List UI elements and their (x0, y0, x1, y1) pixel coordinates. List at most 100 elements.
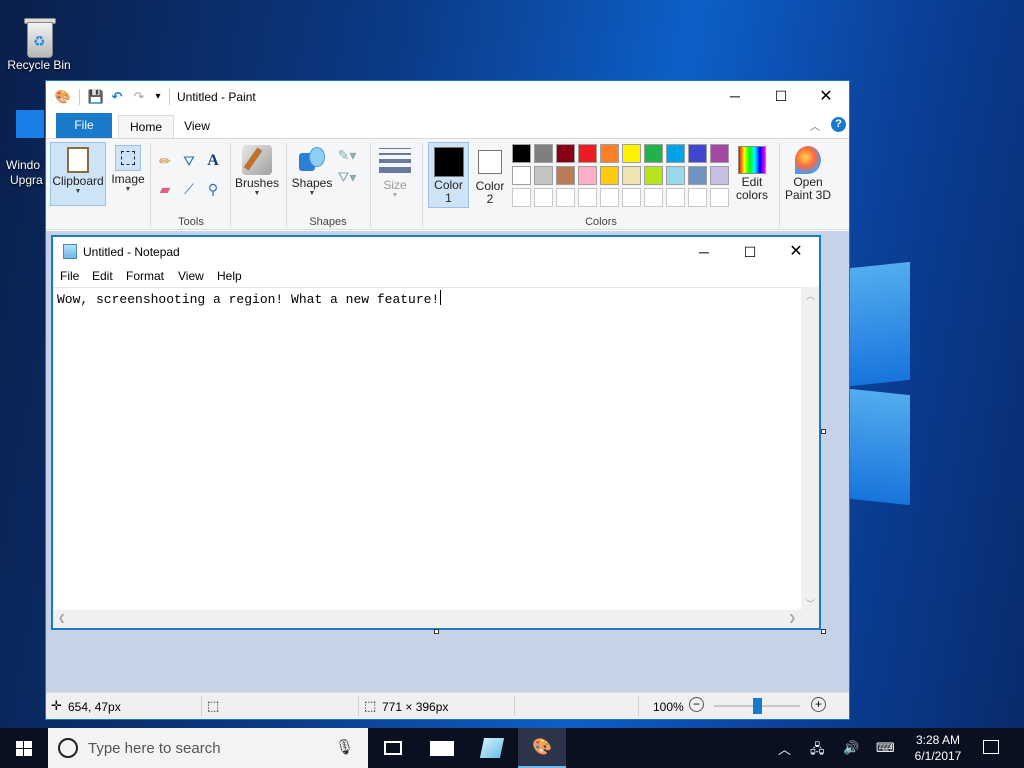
pencil-icon[interactable]: ✏ (154, 151, 176, 171)
custom-color-slot[interactable] (622, 188, 641, 207)
brushes-button[interactable]: Brushes ▼ (232, 142, 282, 206)
action-center-icon[interactable] (983, 740, 999, 754)
menu-file[interactable]: File (60, 269, 79, 283)
tab-file[interactable]: File (56, 113, 112, 138)
keyboard-icon[interactable]: ⌨ (876, 740, 895, 756)
redo-icon[interactable]: ↷ (130, 88, 148, 106)
maximize-button[interactable]: ☐ (758, 81, 804, 112)
collapse-ribbon-icon[interactable]: ︿ (810, 118, 820, 133)
pasted-notepad-image[interactable]: Untitled - Notepad ─ ☐ ✕ File Edit Forma… (51, 235, 821, 630)
eraser-icon[interactable]: ▰ (154, 179, 176, 199)
palette-color-swatch[interactable] (622, 144, 641, 163)
zoom-in-icon[interactable]: + (811, 697, 826, 712)
magnifier-icon[interactable]: ⚲ (202, 179, 224, 199)
microphone-icon[interactable]: 🎙 (335, 738, 354, 756)
text-icon[interactable]: A (202, 151, 224, 171)
size-button[interactable]: Size ▼ (374, 142, 416, 206)
palette-color-swatch[interactable] (710, 144, 729, 163)
palette-color-swatch[interactable] (644, 144, 663, 163)
open-paint3d-button[interactable]: Open Paint 3D (783, 142, 833, 208)
search-box[interactable]: Type here to search 🎙 (48, 728, 368, 768)
palette-color-swatch[interactable] (688, 166, 707, 185)
network-icon[interactable]: 🖧 (810, 740, 825, 762)
color2-button[interactable]: Color 2 (471, 142, 509, 208)
custom-color-slot[interactable] (534, 188, 553, 207)
show-hidden-icons[interactable]: ︿ (778, 739, 791, 758)
palette-color-swatch[interactable] (600, 144, 619, 163)
mail-icon (430, 741, 454, 756)
edit-colors-button[interactable]: Edit colors (733, 142, 771, 208)
help-icon[interactable]: ? (831, 117, 846, 132)
palette-color-swatch[interactable] (666, 144, 685, 163)
palette-color-swatch[interactable] (578, 144, 597, 163)
save-icon[interactable]: 💾 (87, 88, 105, 106)
task-view-button[interactable] (370, 728, 416, 768)
custom-color-slot[interactable] (578, 188, 597, 207)
custom-color-slot[interactable] (666, 188, 685, 207)
desktop-icon-windows-upgrade[interactable]: Windo Upgra (0, 108, 45, 188)
outline-icon[interactable]: ✎▾ (336, 145, 358, 165)
custom-color-slot[interactable] (710, 188, 729, 207)
close-button[interactable]: ✕ (803, 81, 849, 112)
palette-color-swatch[interactable] (622, 166, 641, 185)
notepad-maximize-button[interactable]: ☐ (727, 237, 773, 267)
palette-color-swatch[interactable] (534, 166, 553, 185)
menu-edit[interactable]: Edit (92, 269, 113, 283)
palette-color-swatch[interactable] (578, 166, 597, 185)
horizontal-scrollbar[interactable]: ❮ ❯ (53, 610, 801, 628)
fill-shape-icon[interactable]: ⛛▾ (336, 167, 358, 187)
qat-separator (79, 89, 80, 105)
menu-help[interactable]: Help (217, 269, 242, 283)
color-picker-icon[interactable]: ⟋ (178, 179, 200, 199)
color1-button[interactable]: Color 1 (428, 142, 469, 208)
palette-color-swatch[interactable] (556, 144, 575, 163)
scroll-down-icon[interactable]: ﹀ (806, 597, 815, 610)
shapes-button[interactable]: Shapes ▼ (289, 142, 335, 206)
desktop-icon-recycle-bin[interactable]: ♻ Recycle Bin (1, 6, 77, 76)
notepad-close-button[interactable]: ✕ (773, 237, 819, 267)
palette-color-swatch[interactable] (644, 166, 663, 185)
paint-app-icon[interactable]: 🎨 (54, 88, 72, 106)
volume-icon[interactable]: 🔊 (843, 740, 859, 756)
palette-color-swatch[interactable] (556, 166, 575, 185)
notepad-minimize-button[interactable]: ─ (681, 237, 727, 267)
custom-color-slot[interactable] (644, 188, 663, 207)
customize-qat-icon[interactable]: ▾ (152, 88, 164, 106)
clipboard-button[interactable]: Clipboard ▼ (50, 142, 106, 206)
mail-app-button[interactable] (418, 728, 466, 768)
menu-format[interactable]: Format (126, 269, 164, 283)
zoom-out-icon[interactable]: − (689, 697, 704, 712)
resize-handle-right[interactable] (821, 429, 826, 434)
custom-color-slot[interactable] (688, 188, 707, 207)
start-button[interactable] (0, 728, 48, 768)
snipping-tool-button[interactable] (468, 728, 516, 768)
zoom-slider[interactable] (714, 698, 800, 714)
palette-color-swatch[interactable] (666, 166, 685, 185)
palette-color-swatch[interactable] (534, 144, 553, 163)
scroll-left-icon[interactable]: ❮ (58, 613, 66, 624)
resize-handle-corner[interactable] (821, 629, 826, 634)
custom-color-slot[interactable] (556, 188, 575, 207)
vertical-scrollbar[interactable]: ︿ ﹀ (801, 287, 819, 612)
custom-color-slot[interactable] (512, 188, 531, 207)
tab-home[interactable]: Home (118, 115, 174, 138)
tab-view[interactable]: View (174, 115, 220, 138)
palette-color-swatch[interactable] (512, 166, 531, 185)
paint-app-button[interactable]: 🎨 (518, 728, 566, 768)
palette-color-swatch[interactable] (512, 144, 531, 163)
zoom-slider-thumb[interactable] (753, 698, 762, 714)
palette-color-swatch[interactable] (600, 166, 619, 185)
notepad-text-area[interactable]: Wow, screenshooting a region! What a new… (53, 287, 801, 612)
undo-icon[interactable]: ↶ (108, 88, 126, 106)
fill-icon[interactable]: ⛛ (178, 151, 200, 171)
scroll-up-icon[interactable]: ︿ (806, 289, 815, 302)
image-button[interactable]: Image ▼ (108, 142, 148, 206)
menu-view[interactable]: View (178, 269, 204, 283)
palette-color-swatch[interactable] (710, 166, 729, 185)
custom-color-slot[interactable] (600, 188, 619, 207)
minimize-button[interactable]: ─ (712, 81, 758, 112)
palette-color-swatch[interactable] (688, 144, 707, 163)
scroll-right-icon[interactable]: ❯ (788, 613, 796, 624)
resize-handle-bottom[interactable] (434, 629, 439, 634)
clock[interactable]: 3:28 AM 6/1/2017 (908, 732, 968, 764)
